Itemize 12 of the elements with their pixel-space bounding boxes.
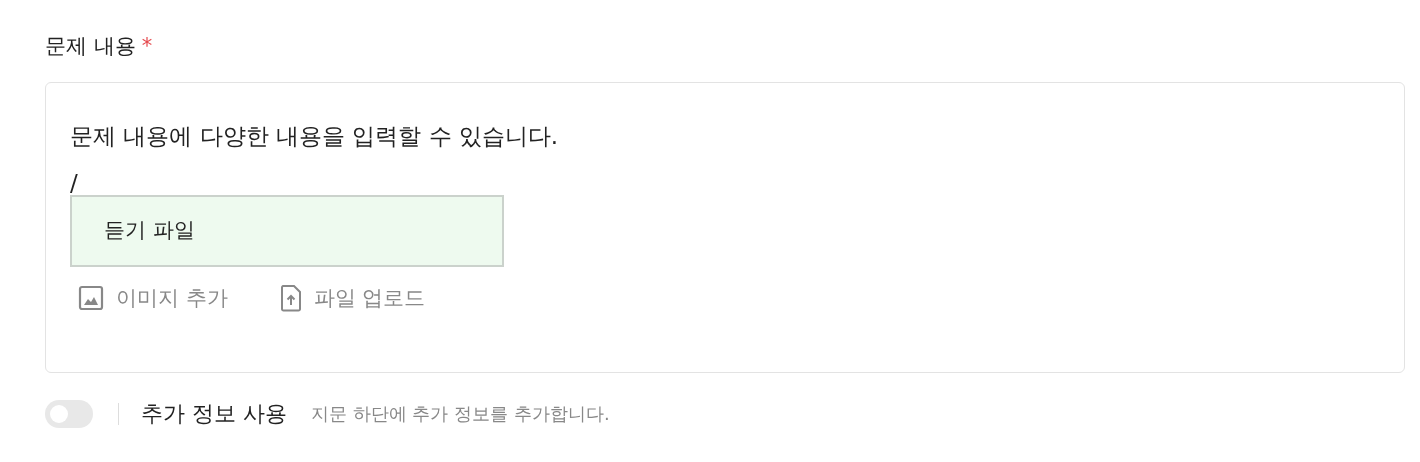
add-image-button[interactable]: 이미지 추가 <box>70 282 236 314</box>
editor-field[interactable]: 문제 내용에 다양한 내용을 입력할 수 있습니다. / 듣기 파일 이미지 추가 파일 업로드 <box>45 82 1405 373</box>
required-mark: * <box>141 33 153 61</box>
image-icon <box>78 285 104 312</box>
toggle-label: 추가 정보 사용 <box>141 400 287 428</box>
editor-text: / <box>70 171 78 195</box>
hint-text: 지문 하단에 추가 정보를 추가합니다. <box>311 402 610 426</box>
editor-text: 문제 내용에 다양한 내용을 입력할 수 있습니다. <box>70 122 559 151</box>
upload-file-button[interactable]: 파일 업로드 <box>271 282 434 314</box>
menu-item[interactable]: 듣기 파일 <box>72 197 502 265</box>
file-upload-icon <box>279 284 302 313</box>
field-label: 문제 내용 <box>45 33 136 61</box>
